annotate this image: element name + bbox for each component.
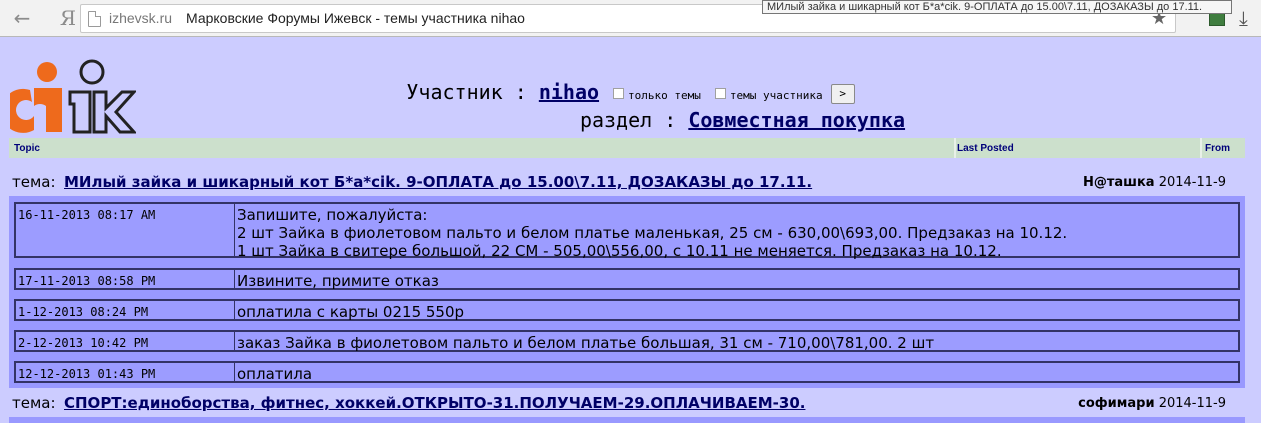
- column-divider: [954, 138, 956, 158]
- post-row: 17-11-2013 08:58 PM Извините, примите от…: [14, 268, 1240, 290]
- url-page-title: Марковские Форумы Ижевск - темы участник…: [186, 10, 525, 26]
- post-text: оплатила: [237, 365, 313, 383]
- back-button[interactable]: ←: [10, 6, 34, 30]
- topic-title-link[interactable]: МИлый зайка и шикарный кот Б*а*cik. 9-ОП…: [64, 173, 812, 191]
- logo-orange-head: [37, 62, 57, 82]
- post-date: 16-11-2013 08:17 AM: [16, 204, 235, 256]
- section-name-link[interactable]: Совместная покупка: [688, 108, 905, 132]
- topic-prefix: тема:: [12, 173, 56, 191]
- posts-list: [9, 417, 1245, 423]
- url-domain: izhevsk.ru: [109, 10, 173, 26]
- topic-prefix: тема:: [12, 394, 56, 412]
- only-topics-checkbox[interactable]: [613, 88, 625, 99]
- member-header: Участник : nihao только темы темы участник…: [0, 80, 1261, 104]
- column-last-posted: Last Posted: [957, 143, 1014, 154]
- topic-header: тема: СПОРТ:единоборства, фитнес, хоккей…: [12, 394, 1242, 416]
- post-text: оплатила с карты 0215 550р: [237, 303, 465, 321]
- post-text-line: 1 шт Зайка в свитере большой, 22 СМ - 50…: [237, 242, 1002, 260]
- topic-author[interactable]: Н@ташка: [1083, 175, 1155, 190]
- topic-date: 2014-11-9: [1158, 175, 1226, 190]
- topic-header: тема: МИлый зайка и шикарный кот Б*а*cik…: [12, 173, 1242, 195]
- posts-list: 16-11-2013 08:17 AM Запишите, пожалуйста…: [9, 196, 1245, 388]
- topic-title-link[interactable]: СПОРТ:единоборства, фитнес, хоккей.ОТКРЫ…: [64, 394, 805, 412]
- topic-date: 2014-11-9: [1158, 396, 1226, 411]
- post-date: 12-12-2013 01:43 PM: [16, 363, 235, 381]
- post-row: 2-12-2013 10:42 PM заказ Зайка в фиолето…: [14, 330, 1240, 352]
- post-date: 2-12-2013 10:42 PM: [16, 332, 235, 350]
- post-text: заказ Зайка в фиолетовом пальто и белом …: [237, 334, 935, 352]
- topic-author-info: софимари 2014-11-9: [1078, 396, 1226, 411]
- section-header: раздел : Совместная покупка: [0, 108, 1261, 132]
- topic-author[interactable]: софимари: [1078, 396, 1154, 411]
- column-topic: Topic: [14, 143, 40, 154]
- member-name-link[interactable]: nihao: [539, 80, 599, 104]
- yandex-button[interactable]: Я: [58, 6, 78, 30]
- member-label: Участник :: [406, 80, 539, 104]
- member-topics-checkbox[interactable]: [714, 88, 726, 99]
- topic-author-info: Н@ташка 2014-11-9: [1083, 175, 1226, 190]
- post-text-line: Запишите, пожалуйста:: [237, 206, 428, 224]
- download-icon[interactable]: ⤓: [1239, 6, 1248, 30]
- post-date: 1-12-2013 08:24 PM: [16, 301, 235, 319]
- column-from: From: [1205, 143, 1230, 154]
- link-tooltip: МИлый зайка и шикарный кот Б*а*cik. 9-ОП…: [762, 0, 1232, 14]
- post-text: Запишите, пожалуйста: 2 шт Зайка в фиоле…: [236, 204, 1238, 260]
- section-label: раздел :: [579, 108, 689, 132]
- page-icon: [88, 11, 101, 27]
- column-header-bar: Topic Last Posted From: [9, 138, 1245, 158]
- member-topics-label: темы участника: [729, 89, 823, 102]
- post-row: 12-12-2013 01:43 PM оплатила: [14, 361, 1240, 383]
- post-date: 17-11-2013 08:58 PM: [16, 270, 235, 288]
- post-row: 1-12-2013 08:24 PM оплатила с карты 0215…: [14, 299, 1240, 321]
- post-text: Извините, примите отказ: [237, 272, 439, 290]
- go-button[interactable]: >: [830, 84, 855, 104]
- post-row: 16-11-2013 08:17 AM Запишите, пожалуйста…: [14, 202, 1240, 260]
- only-topics-label: только темы: [628, 89, 701, 102]
- post-text-line: 2 шт Зайка в фиолетовом пальто и белом п…: [237, 224, 1068, 242]
- column-divider: [1200, 138, 1202, 158]
